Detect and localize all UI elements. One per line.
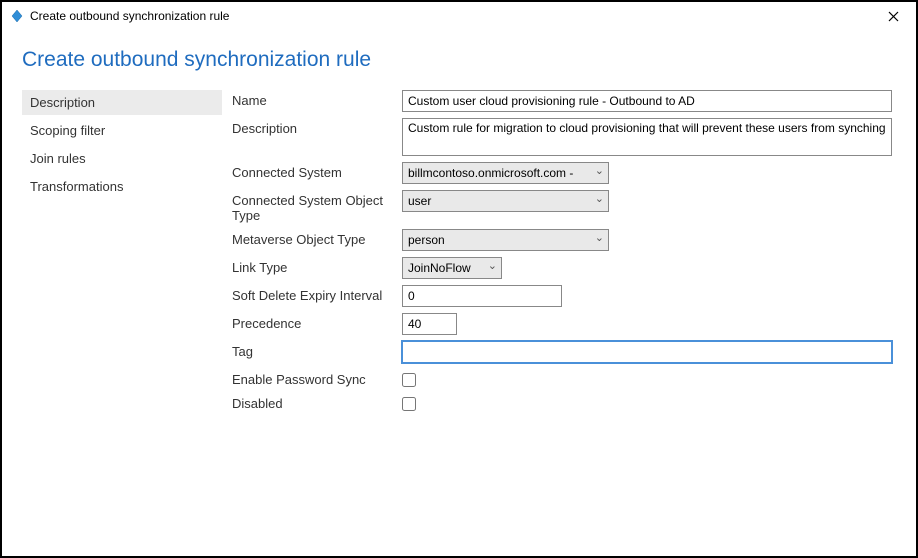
tag-input[interactable] (402, 341, 892, 363)
name-input[interactable] (402, 90, 892, 112)
row-cs-object-type: Connected System Object Type user (232, 190, 896, 223)
description-input[interactable]: Custom rule for migration to cloud provi… (402, 118, 892, 156)
label-description: Description (232, 118, 402, 136)
sidebar-item-label: Scoping filter (30, 123, 105, 138)
sidebar-item-label: Transformations (30, 179, 123, 194)
link-type-select[interactable]: JoinNoFlow (402, 257, 502, 279)
mv-object-type-select[interactable]: person (402, 229, 609, 251)
label-mv-object-type: Metaverse Object Type (232, 229, 402, 247)
label-tag: Tag (232, 341, 402, 359)
row-disabled: Disabled (232, 393, 896, 411)
sidebar-item-join-rules[interactable]: Join rules (22, 146, 222, 171)
disabled-checkbox[interactable] (402, 397, 416, 411)
row-password-sync: Enable Password Sync (232, 369, 896, 387)
row-link-type: Link Type JoinNoFlow (232, 257, 896, 279)
sidebar-item-scoping-filter[interactable]: Scoping filter (22, 118, 222, 143)
row-soft-delete: Soft Delete Expiry Interval (232, 285, 896, 307)
row-name: Name (232, 90, 896, 112)
row-precedence: Precedence (232, 313, 896, 335)
window-title: Create outbound synchronization rule (30, 9, 878, 23)
label-soft-delete: Soft Delete Expiry Interval (232, 285, 402, 303)
label-disabled: Disabled (232, 393, 402, 411)
page-title: Create outbound synchronization rule (22, 48, 896, 72)
label-cs-object-type: Connected System Object Type (232, 190, 402, 223)
window-close-button[interactable] (878, 4, 908, 28)
sidebar-item-label: Description (30, 95, 95, 110)
password-sync-checkbox[interactable] (402, 373, 416, 387)
layout: Description Scoping filter Join rules Tr… (22, 90, 896, 417)
sidebar-item-label: Join rules (30, 151, 86, 166)
titlebar: Create outbound synchronization rule (2, 2, 916, 30)
label-name: Name (232, 90, 402, 108)
label-password-sync: Enable Password Sync (232, 369, 402, 387)
label-precedence: Precedence (232, 313, 402, 331)
soft-delete-input[interactable] (402, 285, 562, 307)
content-area: Create outbound synchronization rule Des… (2, 30, 916, 417)
row-mv-object-type: Metaverse Object Type person (232, 229, 896, 251)
row-connected-system: Connected System billmcontoso.onmicrosof… (232, 162, 896, 184)
row-description: Description Custom rule for migration to… (232, 118, 896, 156)
sidebar: Description Scoping filter Join rules Tr… (22, 90, 222, 417)
app-icon (10, 9, 24, 23)
form-area: Name Description Custom rule for migrati… (222, 90, 896, 417)
row-tag: Tag (232, 341, 896, 363)
sidebar-item-transformations[interactable]: Transformations (22, 174, 222, 199)
precedence-input[interactable] (402, 313, 457, 335)
cs-object-type-select[interactable]: user (402, 190, 609, 212)
sidebar-item-description[interactable]: Description (22, 90, 222, 115)
label-connected-system: Connected System (232, 162, 402, 180)
label-link-type: Link Type (232, 257, 402, 275)
connected-system-select[interactable]: billmcontoso.onmicrosoft.com - (402, 162, 609, 184)
